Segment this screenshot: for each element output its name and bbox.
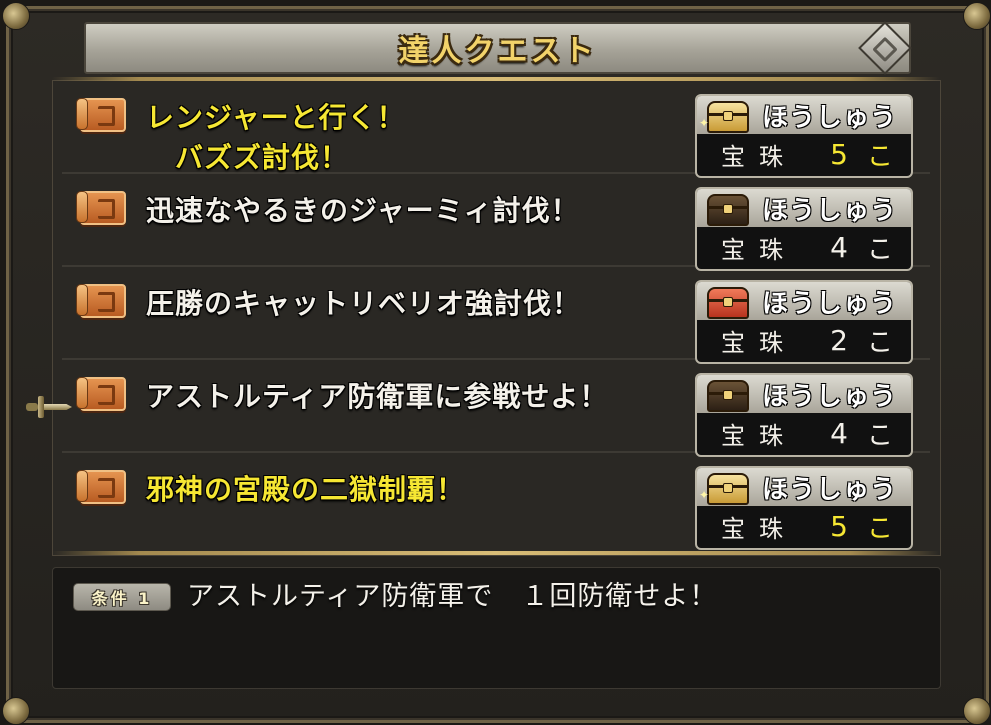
scroll-icon <box>76 98 126 132</box>
reward-count: 4 <box>830 416 848 450</box>
quest-title: 邪神の宮殿の二獄制覇！ <box>146 473 466 506</box>
reward-unit: こ <box>867 513 894 544</box>
quest-row-3[interactable]: 圧勝のキャットリベリオ強討伐！ ほうしゅう 宝珠 2 こ <box>62 270 930 364</box>
scroll-icon <box>76 284 126 318</box>
reward-count: 4 <box>830 230 848 264</box>
sparkle-icon: ✦ <box>699 488 710 502</box>
window-title: 達人クエスト <box>398 34 597 69</box>
corner-ornament-bottom-left <box>2 697 30 725</box>
quest-row-4[interactable]: アストルティア防衛軍に参戦せよ！ ほうしゅう 宝珠 4 こ <box>62 363 930 457</box>
reward-count: 2 <box>830 323 848 357</box>
scroll-icon <box>76 470 126 504</box>
corner-ornament-top-left <box>2 2 30 30</box>
reward-item-name: 宝珠 <box>721 328 797 357</box>
reward-item-name: 宝珠 <box>721 514 797 543</box>
reward-count: 5 <box>830 137 848 171</box>
sword-cursor-icon <box>26 396 72 418</box>
title-bar: 達人クエスト <box>84 22 911 74</box>
corner-ornament-top-right <box>963 2 991 30</box>
condition-text: アストルティア防衛軍で １回防衛せよ！ <box>187 581 718 612</box>
reward-unit: こ <box>867 234 894 265</box>
reward-box: ✦ ほうしゅう 宝珠 5 こ <box>695 94 913 178</box>
reward-label: ほうしゅう <box>761 381 897 412</box>
gold-chest-icon <box>707 473 749 505</box>
list-bottom-rail <box>52 551 939 555</box>
quest-title: レンジャーと行く！ バズズ討伐！ <box>146 101 406 174</box>
quest-title: 圧勝のキャットリベリオ強討伐！ <box>146 287 582 320</box>
dark-chest-icon <box>707 380 749 412</box>
scroll-icon <box>76 191 126 225</box>
reward-label: ほうしゅう <box>761 474 897 505</box>
reward-label: ほうしゅう <box>761 288 897 319</box>
reward-box: ✦ ほうしゅう 宝珠 5 こ <box>695 466 913 550</box>
quest-row-1[interactable]: レンジャーと行く！ バズズ討伐！ ✦ ほうしゅう 宝珠 5 こ <box>62 84 930 178</box>
condition-panel: 条件 1 アストルティア防衛軍で １回防衛せよ！ <box>52 567 941 689</box>
reward-unit: こ <box>867 327 894 358</box>
gold-chest-icon <box>707 101 749 133</box>
reward-unit: こ <box>867 141 894 172</box>
reward-box: ほうしゅう 宝珠 4 こ <box>695 373 913 457</box>
reward-box: ほうしゅう 宝珠 2 こ <box>695 280 913 364</box>
reward-label: ほうしゅう <box>761 102 897 133</box>
quest-title: 迅速なやるきのジャーミィ討伐！ <box>146 194 580 227</box>
scroll-icon <box>76 377 126 411</box>
quest-title: アストルティア防衛軍に参戦せよ！ <box>146 380 609 413</box>
corner-ornament-bottom-right <box>963 697 991 725</box>
quest-row-5[interactable]: 邪神の宮殿の二獄制覇！ ✦ ほうしゅう 宝珠 5 こ <box>62 456 930 550</box>
list-top-rail <box>52 77 939 81</box>
condition-badge-label: 条件 1 <box>91 589 153 608</box>
reward-item-name: 宝珠 <box>721 421 797 450</box>
reward-item-name: 宝珠 <box>721 142 797 171</box>
red-chest-icon <box>707 287 749 319</box>
reward-box: ほうしゅう 宝珠 4 こ <box>695 187 913 271</box>
reward-unit: こ <box>867 420 894 451</box>
condition-badge: 条件 1 <box>73 583 171 611</box>
quest-row-2[interactable]: 迅速なやるきのジャーミィ討伐！ ほうしゅう 宝珠 4 こ <box>62 177 930 271</box>
reward-count: 5 <box>830 509 848 543</box>
reward-label: ほうしゅう <box>761 195 897 226</box>
dark-chest-icon <box>707 194 749 226</box>
reward-item-name: 宝珠 <box>721 235 797 264</box>
sparkle-icon: ✦ <box>699 116 710 130</box>
